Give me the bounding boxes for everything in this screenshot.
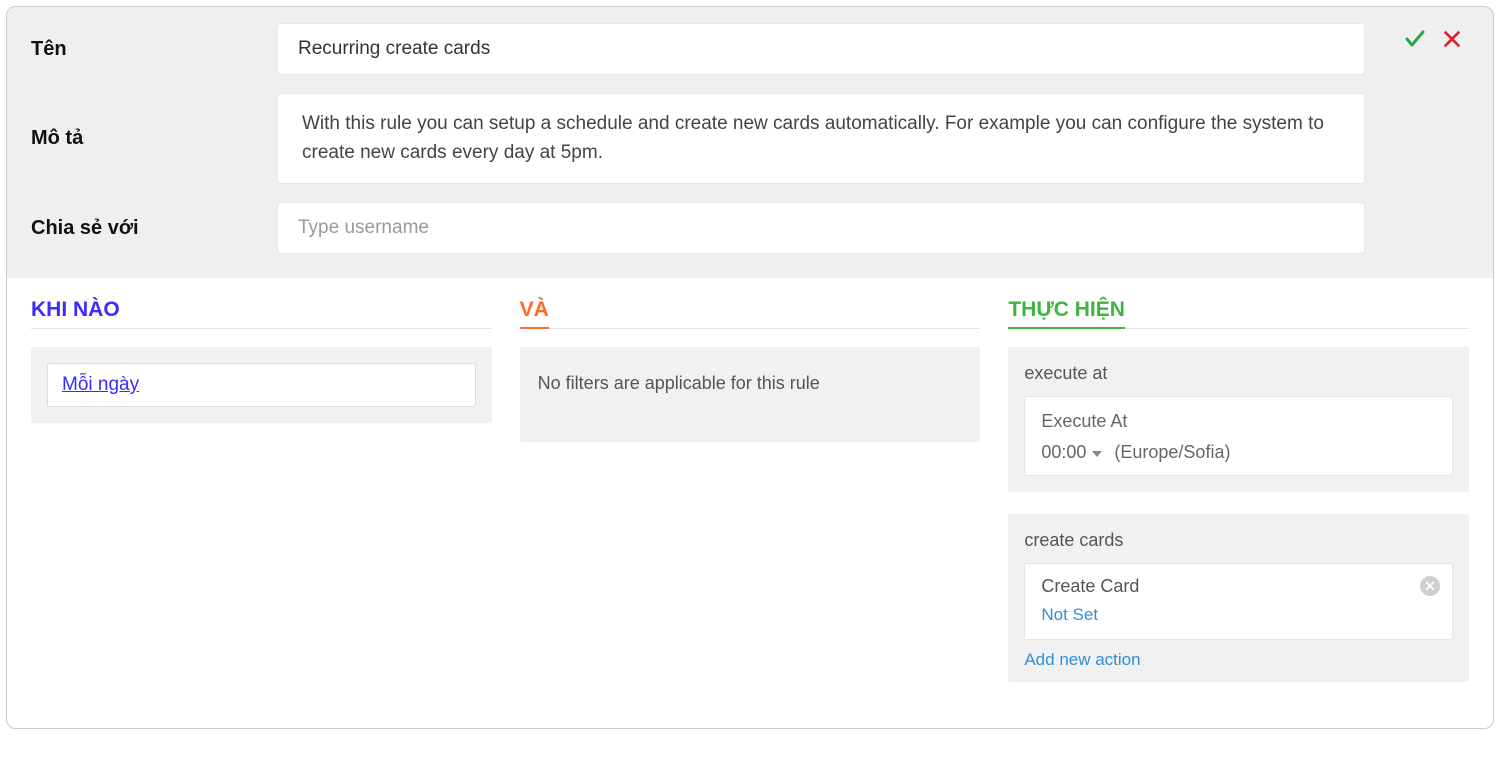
when-block: Mỗi ngày xyxy=(31,347,492,423)
confirm-icon[interactable] xyxy=(1403,27,1427,55)
trigger-link[interactable]: Mỗi ngày xyxy=(62,374,139,395)
create-card-title: Create Card xyxy=(1041,576,1436,597)
create-card-item: ✕ Create Card Not Set xyxy=(1024,563,1453,640)
description-field[interactable]: With this rule you can setup a schedule … xyxy=(277,93,1365,184)
do-title: THỰC HIỆN xyxy=(1008,298,1125,329)
columns-section: KHI NÀO Mỗi ngày VÀ No filters are appli… xyxy=(7,278,1493,728)
label-share: Chia sẻ với xyxy=(31,217,277,240)
execute-time-value: 00:00 xyxy=(1041,442,1086,463)
add-action-link[interactable]: Add new action xyxy=(1024,650,1140,670)
and-message: No filters are applicable for this rule xyxy=(538,373,820,393)
name-input[interactable] xyxy=(298,38,1344,60)
row-name: Tên xyxy=(31,23,1469,75)
header-section: Tên Mô tả With this rule you can setup a… xyxy=(7,7,1493,278)
column-and: VÀ No filters are applicable for this ru… xyxy=(520,298,981,704)
execute-time-row[interactable]: 00:00 (Europe/Sofia) xyxy=(1041,442,1436,463)
caret-down-icon xyxy=(1092,451,1102,457)
when-title-wrap: KHI NÀO xyxy=(31,298,492,329)
create-section-label: create cards xyxy=(1024,530,1453,551)
name-field[interactable] xyxy=(277,23,1365,75)
create-block: create cards ✕ Create Card Not Set Add n… xyxy=(1008,514,1469,682)
share-input[interactable] xyxy=(298,217,1344,239)
remove-action-icon[interactable]: ✕ xyxy=(1420,576,1440,596)
when-inner: Mỗi ngày xyxy=(47,363,476,407)
execute-timezone: (Europe/Sofia) xyxy=(1114,442,1230,463)
do-title-wrap: THỰC HIỆN xyxy=(1008,298,1469,329)
when-title: KHI NÀO xyxy=(31,298,120,328)
and-title-wrap: VÀ xyxy=(520,298,981,329)
header-actions xyxy=(1403,27,1463,55)
label-description: Mô tả xyxy=(31,127,277,150)
execute-block: execute at Execute At 00:00 (Europe/Sofi… xyxy=(1008,347,1469,492)
column-when: KHI NÀO Mỗi ngày xyxy=(31,298,492,704)
and-block: No filters are applicable for this rule xyxy=(520,347,981,442)
and-title: VÀ xyxy=(520,298,549,329)
execute-box: Execute At 00:00 (Europe/Sofia) xyxy=(1024,396,1453,476)
execute-section-label: execute at xyxy=(1024,363,1453,384)
row-description: Mô tả With this rule you can setup a sch… xyxy=(31,93,1469,184)
label-name: Tên xyxy=(31,38,277,61)
create-card-value-link[interactable]: Not Set xyxy=(1041,605,1098,624)
rule-editor-panel: Tên Mô tả With this rule you can setup a… xyxy=(6,6,1494,729)
cancel-icon[interactable] xyxy=(1441,28,1463,55)
row-share: Chia sẻ với xyxy=(31,202,1469,254)
share-field[interactable] xyxy=(277,202,1365,254)
column-do: THỰC HIỆN execute at Execute At 00:00 (E… xyxy=(1008,298,1469,704)
execute-box-title: Execute At xyxy=(1041,411,1436,432)
